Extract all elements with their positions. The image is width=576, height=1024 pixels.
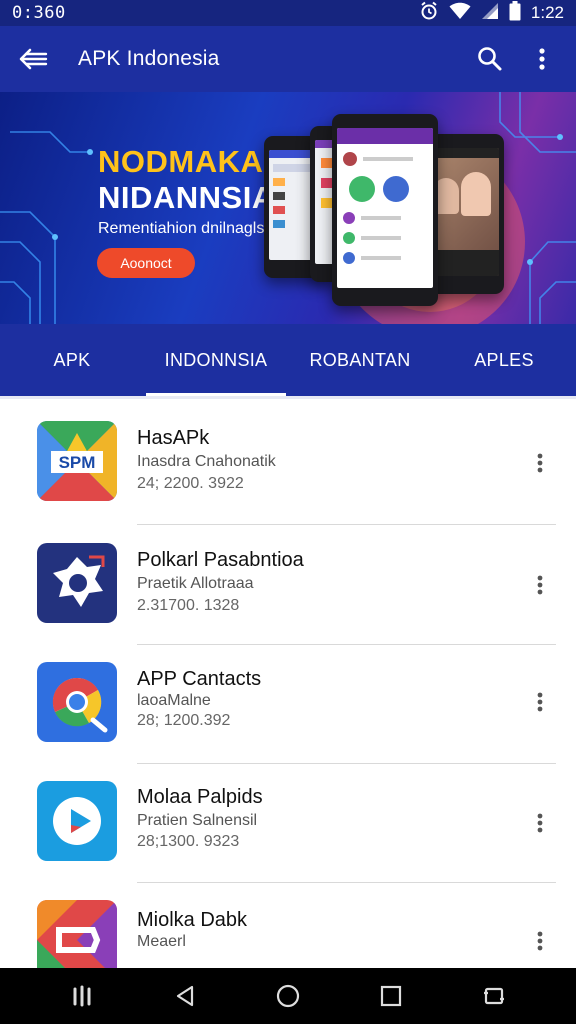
app-meta: 2.31700. 1328 bbox=[137, 597, 240, 614]
list-item[interactable]: Polkarl Pasabntioa Praetik Allotraaa 2.3… bbox=[0, 521, 576, 645]
overview-square-icon[interactable] bbox=[366, 971, 416, 1021]
banner-cta-button[interactable]: Aoonoct bbox=[97, 248, 195, 278]
more-vert-icon[interactable] bbox=[516, 26, 568, 92]
tab-indonnsia[interactable]: INDONNSIA bbox=[144, 324, 288, 396]
more-vert-icon[interactable] bbox=[522, 805, 558, 841]
tab-bar: APK INDONNSIA ROBANTAN APLES bbox=[0, 324, 576, 396]
app-bar: APK Indonesia bbox=[0, 26, 576, 92]
rotate-icon[interactable] bbox=[469, 971, 519, 1021]
app-title: APK Indonesia bbox=[78, 47, 220, 70]
status-time-left: 0:360 bbox=[12, 3, 66, 23]
app-name: APP Cantacts bbox=[137, 668, 262, 690]
app-name: HasAPk bbox=[137, 427, 210, 449]
tab-label: APK bbox=[53, 349, 91, 370]
system-nav-bar bbox=[0, 968, 576, 1024]
tab-label: ROBANTAN bbox=[309, 349, 411, 370]
tab-aples[interactable]: APLES bbox=[432, 324, 576, 396]
more-vert-icon[interactable] bbox=[522, 684, 558, 720]
banner-headline-2: NIDANNSIA bbox=[98, 180, 275, 215]
app-developer: laoaMalne bbox=[137, 692, 211, 709]
back-triangle-icon[interactable] bbox=[160, 971, 210, 1021]
status-bar: 0:360 1:22 bbox=[0, 0, 576, 26]
app-name: Miolka Dabk bbox=[137, 909, 248, 931]
tab-robantan[interactable]: ROBANTAN bbox=[288, 324, 432, 396]
app-developer: Praetik Allotraaa bbox=[137, 575, 254, 592]
app-name: Polkarl Pasabntioa bbox=[137, 549, 304, 571]
more-vert-icon[interactable] bbox=[522, 923, 558, 959]
app-meta: 28; 1200.392 bbox=[137, 712, 231, 729]
promo-banner[interactable]: NODMAKA NIDANNSIA Rementiahion dnilnagls… bbox=[0, 92, 576, 324]
tab-label: INDONNSIA bbox=[164, 349, 268, 370]
home-circle-icon[interactable] bbox=[263, 971, 313, 1021]
svg-text:SPM: SPM bbox=[59, 453, 96, 472]
list-item[interactable]: Molaa Palpids Pratien Salnensil 28;1300.… bbox=[0, 760, 576, 883]
wifi-icon bbox=[449, 2, 471, 25]
app-developer: Pratien Salnensil bbox=[137, 812, 258, 829]
battery-icon bbox=[509, 0, 521, 26]
alarm-icon bbox=[419, 1, 439, 26]
polkarl-icon bbox=[37, 543, 117, 623]
app-meta: 28;1300. 9323 bbox=[137, 833, 240, 850]
app-meta: 24; 2200. 3922 bbox=[137, 475, 244, 492]
app-developer: Inasdra Cnahonatik bbox=[137, 453, 276, 470]
back-arrow-icon[interactable] bbox=[0, 26, 66, 92]
banner-subline: Rementiahion dnilnagls bbox=[98, 220, 265, 237]
app-contacts-icon bbox=[37, 662, 117, 742]
signal-icon bbox=[481, 2, 499, 25]
app-name: Molaa Palpids bbox=[137, 786, 263, 808]
hasapk-icon: SPM bbox=[37, 421, 117, 501]
list-item[interactable]: APP Cantacts laoaMalne 28; 1200.392 bbox=[0, 640, 576, 764]
recents-lines-icon[interactable] bbox=[57, 971, 107, 1021]
tab-apk[interactable]: APK bbox=[0, 324, 144, 396]
list-item[interactable]: SPM HasAPk Inasdra Cnahonatik 24; 2200. … bbox=[0, 399, 576, 525]
molaa-play-icon bbox=[37, 781, 117, 861]
app-developer: Meaerl bbox=[137, 933, 186, 950]
phone-mockup-center bbox=[332, 114, 438, 306]
status-time-right: 1:22 bbox=[530, 3, 564, 22]
more-vert-icon[interactable] bbox=[522, 567, 558, 603]
more-vert-icon[interactable] bbox=[522, 445, 558, 481]
tab-label: APLES bbox=[474, 349, 534, 370]
banner-headline-1: NODMAKA bbox=[98, 144, 264, 179]
search-icon[interactable] bbox=[464, 26, 516, 92]
